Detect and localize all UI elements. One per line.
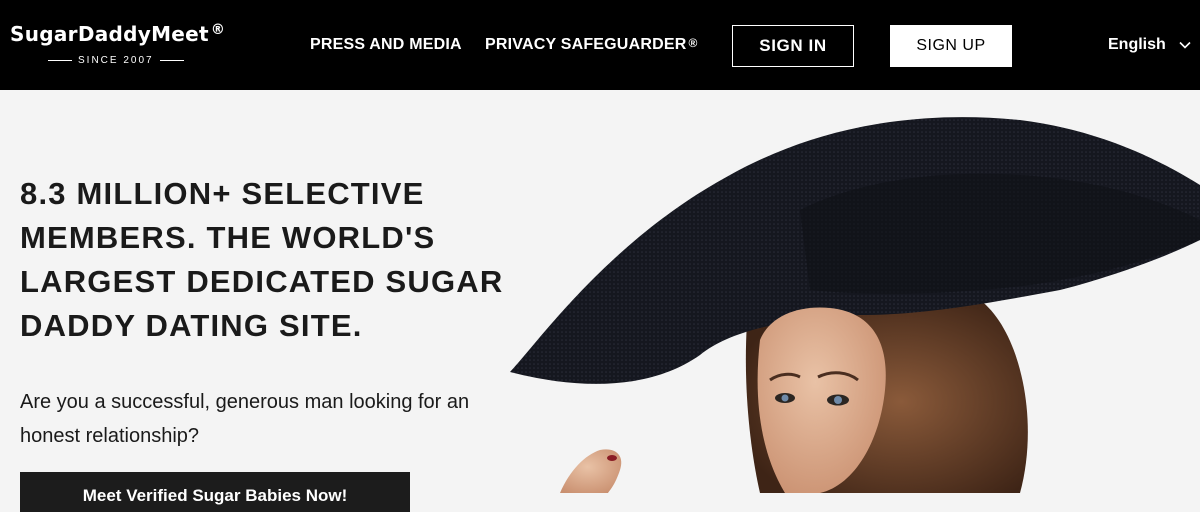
language-label: English: [1108, 36, 1166, 53]
hero-headline: 8.3 MILLION+ SELECTIVE MEMBERS. THE WORL…: [20, 176, 504, 343]
language-selector[interactable]: English: [1108, 36, 1192, 54]
logo-divider-right: [159, 60, 184, 61]
privacy-registered-mark: ®: [688, 36, 698, 50]
chevron-down-icon: [1179, 41, 1191, 49]
nav-privacy-safeguarder[interactable]: PRIVACY SAFEGUARDER ®: [485, 36, 698, 54]
sign-up-button[interactable]: SIGN UP: [890, 25, 1012, 67]
top-navigation-bar: SugarDaddyMeet ® SINCE 2007 PRESS AND MED…: [0, 0, 1200, 90]
sign-in-button[interactable]: SIGN IN: [732, 25, 854, 67]
hero-image: [510, 117, 1200, 493]
meet-sugar-babies-button[interactable]: Meet Verified Sugar Babies Now!: [20, 472, 410, 512]
logo-registered-mark: ®: [210, 22, 226, 38]
logo-wordmark: SugarDaddyMeet: [10, 22, 209, 46]
site-logo[interactable]: SugarDaddyMeet ® SINCE 2007: [10, 22, 235, 72]
logo-tagline: SINCE 2007: [78, 55, 154, 66]
nav-press-and-media[interactable]: PRESS AND MEDIA: [310, 36, 462, 54]
hero-subheadline: Are you a successful, generous man looki…: [20, 391, 470, 447]
logo-divider-left: [48, 60, 72, 61]
